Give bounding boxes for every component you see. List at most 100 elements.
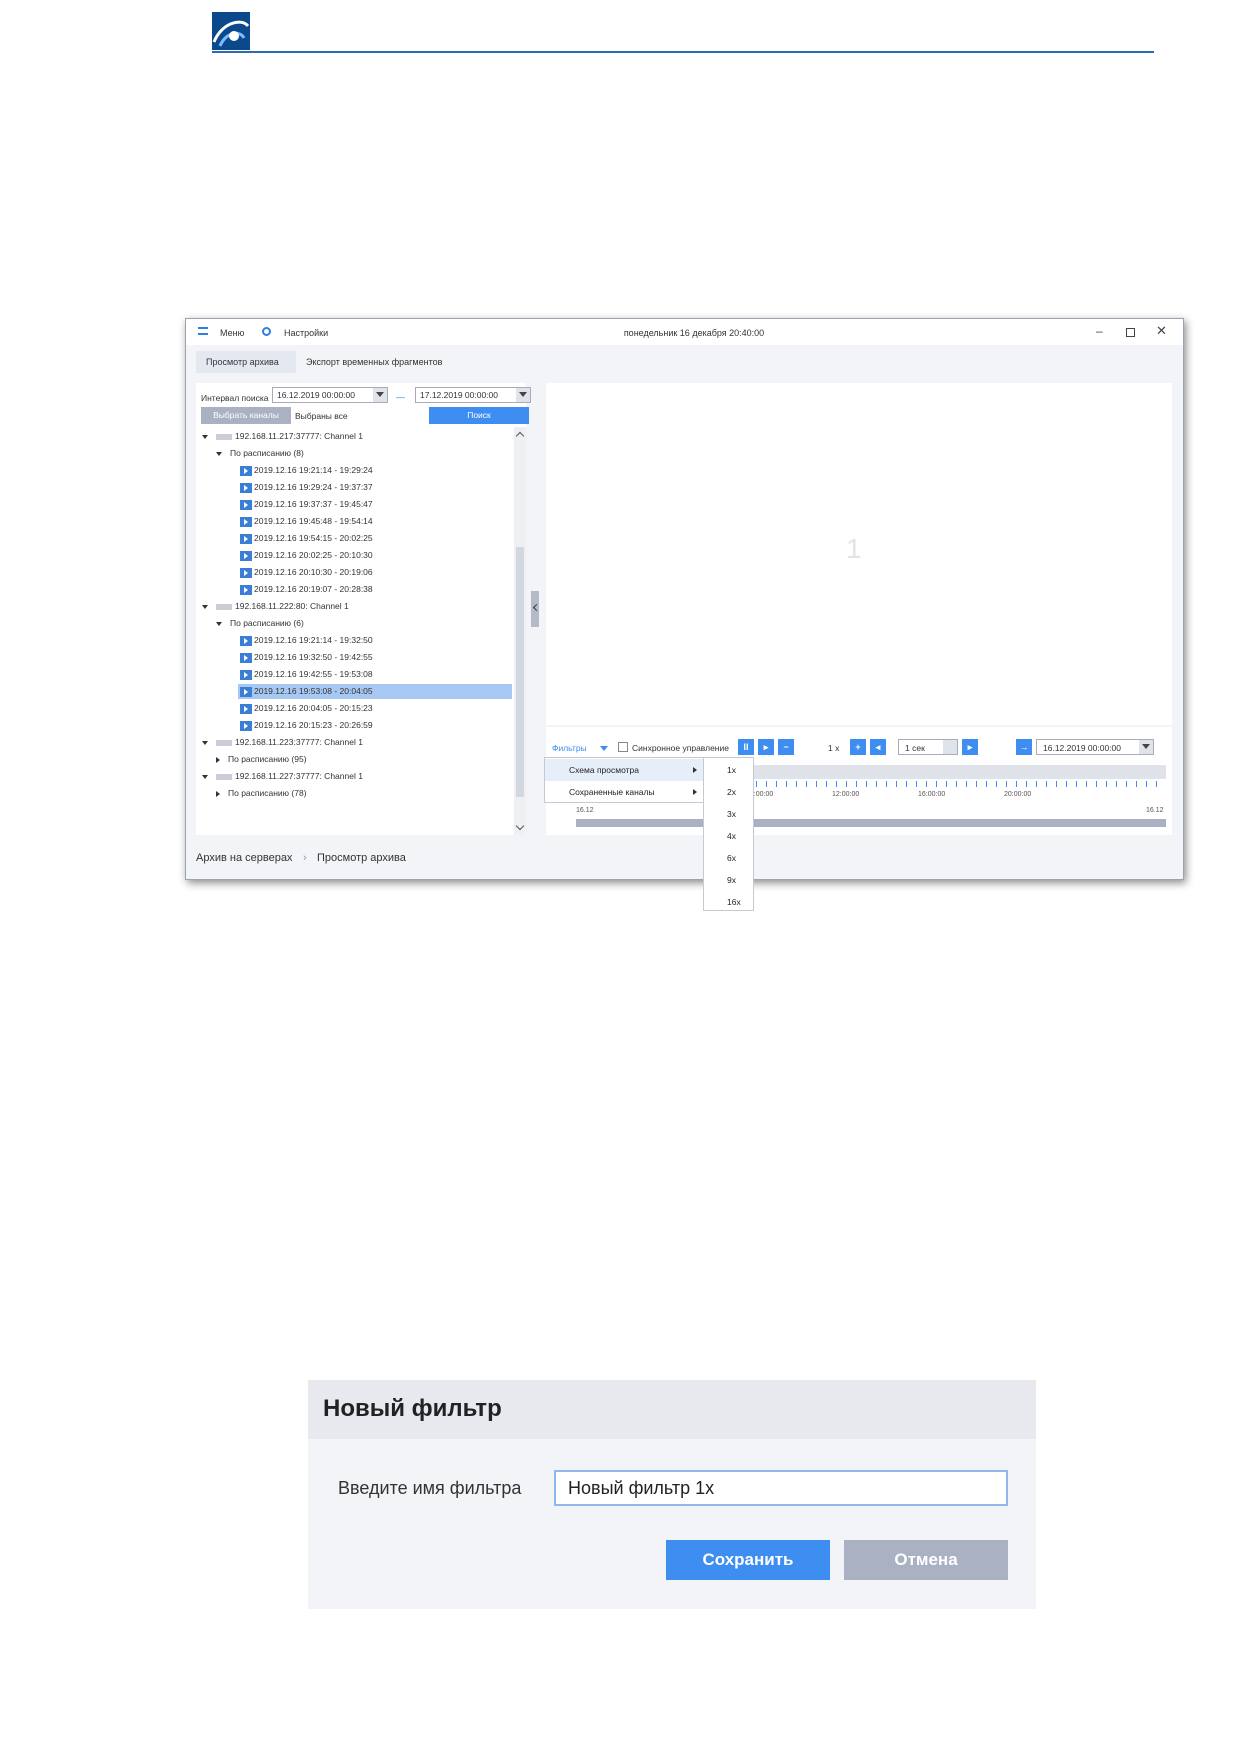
menu-item-view-scheme[interactable]: Схема просмотра [545,759,703,781]
tree-record-item[interactable]: 2019.12.16 19:21:14 - 19:32:50 [238,633,512,648]
tree-record-item[interactable]: 2019.12.16 19:37:37 - 19:45:47 [238,497,512,512]
chevron-down-icon[interactable] [515,821,525,831]
speed-option[interactable]: 9x [704,870,753,892]
speed-option[interactable]: 1x [704,760,753,782]
filter-name-input[interactable] [554,1470,1008,1506]
hamburger-icon[interactable] [198,327,208,335]
timeline-tick [1096,781,1097,787]
sync-checkbox[interactable] [618,742,628,752]
tree-item-label: 192.168.11.227:37777: Channel 1 [235,771,363,781]
chevron-up-icon[interactable] [515,431,525,441]
collapse-panel-handle[interactable] [531,591,539,627]
menu-item-saved-channels[interactable]: Сохраненные каналы [545,781,703,803]
expand-down-icon[interactable] [216,621,222,626]
chevron-down-icon[interactable] [600,746,608,751]
step-back-icon[interactable]: ◂ [870,739,886,755]
filters-button[interactable]: Фильтры [552,743,587,753]
speed-option[interactable]: 2x [704,782,753,804]
close-icon[interactable]: ✕ [1156,323,1167,339]
step-forward-icon[interactable]: ▸ [962,739,978,755]
expand-down-icon[interactable] [216,451,222,456]
video-slot-number: 1 [846,533,862,564]
status-bar: Архив на серверах › Просмотр архива [196,843,1171,873]
selected-all-label: Выбраны все [295,411,348,421]
tree-record-item[interactable]: 2019.12.16 20:04:05 - 20:15:23 [238,701,512,716]
speed-value: 1 x [828,743,840,753]
save-button[interactable]: Сохранить [666,1540,830,1580]
scroll-thumb[interactable] [516,547,524,797]
breadcrumb-archive-view[interactable]: Просмотр архива [317,852,406,864]
speed-option[interactable]: 6x [704,848,753,870]
timeline-tick [836,781,837,787]
tree-record-item[interactable]: 2019.12.16 20:15:23 - 20:26:59 [238,718,512,733]
tree-record-item[interactable]: 2019.12.16 19:53:08 - 20:04:05 [238,684,512,699]
tree-record-item[interactable]: 2019.12.16 19:45:48 - 19:54:14 [238,514,512,529]
video-record-icon [240,516,252,527]
goto-arrow-icon[interactable]: → [1016,739,1032,755]
select-channels-button[interactable]: Выбрать каналы [201,407,291,424]
speed-option[interactable]: 3x [704,804,753,826]
tree-group-item[interactable]: По расписанию (8) [196,446,512,461]
minimize-icon[interactable]: – [1096,324,1103,338]
step-field[interactable]: 1 сек [898,739,958,755]
expand-right-icon[interactable] [216,756,220,763]
gear-icon[interactable] [262,327,271,336]
expand-down-icon[interactable] [202,740,208,745]
goto-date-field[interactable]: 16.12.2019 00:00:00 [1036,739,1154,755]
tree-group-item[interactable]: По расписанию (6) [196,616,512,631]
tree-record-item[interactable]: 2019.12.16 19:29:24 - 19:37:37 [238,480,512,495]
tree-item-label: 2019.12.16 20:10:30 - 20:19:06 [254,567,373,577]
minus-icon[interactable]: − [778,739,794,755]
expand-down-icon[interactable] [202,604,208,609]
timeline-track[interactable] [706,765,1166,779]
expand-right-icon[interactable] [216,790,220,797]
settings-button[interactable]: Настройки [284,328,328,338]
tree-record-item[interactable]: 2019.12.16 20:10:30 - 20:19:06 [238,565,512,580]
expand-down-icon[interactable] [202,774,208,779]
speed-option[interactable]: 16x [704,892,753,914]
chevron-down-icon[interactable] [373,388,387,402]
tree-record-item[interactable]: 2019.12.16 19:32:50 - 19:42:55 [238,650,512,665]
tree-channel-item[interactable]: 192.168.11.222:80: Channel 1 [196,599,512,614]
tree-record-item[interactable]: 2019.12.16 20:02:25 - 20:10:30 [238,548,512,563]
range-slider[interactable] [576,819,1166,827]
sync-label: Синхронное управление [632,743,729,753]
maximize-icon[interactable] [1126,328,1135,337]
speed-option[interactable]: 4x [704,826,753,848]
tab-archive-view[interactable]: Просмотр архива [196,351,296,373]
tree-channel-item[interactable]: 192.168.11.227:37777: Channel 1 [196,769,512,784]
play-icon[interactable]: ▸ [758,739,774,755]
breadcrumb-archive-servers[interactable]: Архив на серверах [196,852,292,864]
tree-channel-item[interactable]: 192.168.11.223:37777: Channel 1 [196,735,512,750]
timeline-tick [876,781,877,787]
spinner-icon[interactable] [943,740,957,754]
tree-item-label: По расписанию (8) [230,448,304,458]
menu-button[interactable]: Меню [220,328,244,338]
timeline-tick [1106,781,1107,787]
tab-export-fragments[interactable]: Экспорт временных фрагментов [296,351,456,373]
tree-record-item[interactable]: 2019.12.16 19:54:15 - 20:02:25 [238,531,512,546]
chevron-down-icon[interactable] [1139,740,1153,754]
tree-channel-item[interactable]: 192.168.11.217:37777: Channel 1 [196,429,512,444]
date-to-field[interactable]: 17.12.2019 00:00:00 [415,387,531,403]
archive-tree: 192.168.11.217:37777: Channel 1 По распис… [196,427,512,835]
camera-icon [216,773,232,780]
cancel-button[interactable]: Отмена [844,1540,1008,1580]
pause-icon[interactable]: II [738,739,754,755]
timeline-tick [1026,781,1027,787]
plus-icon[interactable]: + [850,739,866,755]
video-record-icon [240,703,252,714]
expand-down-icon[interactable] [202,434,208,439]
tree-record-item[interactable]: 2019.12.16 19:42:55 - 19:53:08 [238,667,512,682]
tree-item-label: 192.168.11.217:37777: Channel 1 [235,431,363,441]
tree-record-item[interactable]: 2019.12.16 20:19:07 - 20:28:38 [238,582,512,597]
tree-record-item[interactable]: 2019.12.16 19:21:14 - 19:29:24 [238,463,512,478]
timeline-tick [1006,781,1007,787]
tree-scrollbar[interactable] [514,427,526,835]
timeline-tick [816,781,817,787]
chevron-down-icon[interactable] [516,388,530,402]
tree-group-item[interactable]: По расписанию (78) [196,786,512,801]
search-button[interactable]: Поиск [429,407,529,424]
tree-group-item[interactable]: По расписанию (95) [196,752,512,767]
date-from-field[interactable]: 16.12.2019 00:00:00 [272,387,388,403]
